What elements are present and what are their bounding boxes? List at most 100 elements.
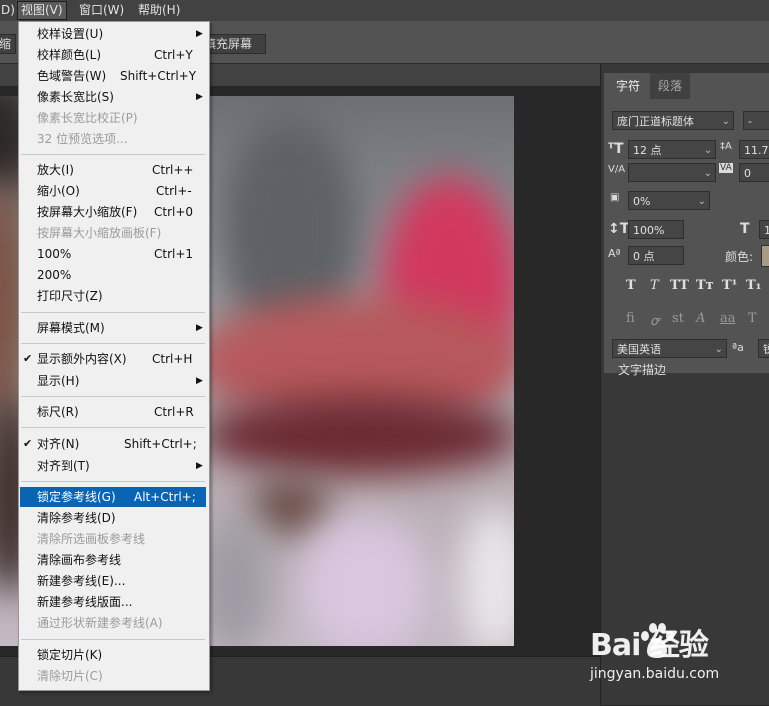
menu-item-show[interactable]: 显示(H) ▶	[20, 371, 206, 391]
zoom-option-partial[interactable]: 缩	[0, 34, 16, 54]
leading-icon: ‡A	[720, 141, 732, 152]
baseline-shift-icon: Aª	[608, 247, 621, 260]
text-stroke-label: 文字描边	[618, 363, 667, 377]
menu-item-clear-slices: 清除切片(C)	[37, 669, 103, 683]
kerning-icon: V/A	[608, 164, 626, 175]
titling-alternates-button[interactable]: T	[748, 311, 757, 326]
menu-item-pixel-aspect-ratio[interactable]: 像素长宽比(S) ▶	[20, 87, 206, 107]
character-panel: 字符 段落 庞门正道标题体 ⌄ - ᵀT 12 点 ⌄ ‡A 11.72 V/A…	[604, 73, 769, 373]
watermark-url: jingyan.baidu.com	[590, 666, 720, 682]
menu-item-show-extras[interactable]: ✔ 显示额外内容(X) Ctrl+H	[20, 349, 206, 369]
baseline-shift-field[interactable]: 0 点	[628, 246, 684, 265]
small-caps-button[interactable]: Tт	[696, 278, 714, 293]
submenu-arrow-icon: ▶	[196, 323, 203, 333]
faux-bold-button[interactable]: T	[626, 278, 636, 293]
menu-item-new-guide[interactable]: 新建参考线(E)...	[20, 571, 206, 591]
horizontal-scale-field[interactable]: 1	[759, 220, 769, 239]
menu-item-zoom-out[interactable]: 缩小(O) Ctrl+-	[20, 181, 206, 201]
anti-alias-icon: ªa	[732, 341, 744, 354]
submenu-arrow-icon: ▶	[196, 29, 203, 39]
vertical-scale-field[interactable]: 100%	[628, 220, 684, 239]
swash-button[interactable]: A	[696, 311, 705, 326]
leading-field[interactable]: 11.72	[739, 140, 769, 159]
faux-italic-button[interactable]: T	[650, 278, 659, 293]
menu-item-rulers[interactable]: 标尺(R) Ctrl+R	[20, 402, 206, 422]
chevron-down-icon: ⌄	[714, 344, 723, 355]
submenu-arrow-icon: ▶	[196, 376, 203, 386]
kerning-select[interactable]: ⌄	[628, 163, 716, 182]
baidu-jingyan-watermark: Bai 经验 jingyan.baidu.com	[590, 620, 769, 690]
menu-item-lock-guides[interactable]: 锁定参考线(G) Alt+Ctrl+;	[20, 487, 206, 507]
menu-item-clear-guides[interactable]: 清除参考线(D)	[20, 508, 206, 528]
menu-item-100-percent[interactable]: 100% Ctrl+1	[20, 244, 206, 264]
ligatures-button[interactable]: fi	[626, 311, 635, 326]
font-family-value: 庞门正道标题体	[617, 115, 694, 128]
stylistic-ligatures-button[interactable]: st	[672, 311, 684, 326]
font-size-select[interactable]: 12 点 ⌄	[628, 140, 716, 159]
tab-character[interactable]: 字符	[608, 73, 649, 99]
menu-item-proof-setup[interactable]: 校样设置(U) ▶	[20, 24, 206, 44]
subscript-button[interactable]: T₁	[746, 278, 761, 293]
tsume-select[interactable]: 0% ⌄	[628, 191, 710, 210]
menu-separator	[21, 154, 205, 155]
view-menu-dropdown: 校样设置(U) ▶ 校样颜色(L) Ctrl+Y 色域警告(W) Shift+Ctrl…	[18, 21, 210, 691]
baidu-paw-icon	[641, 623, 674, 658]
menu-item-200-percent[interactable]: 200%	[20, 265, 206, 285]
menu-separator	[21, 312, 205, 313]
menu-item-gamut-warning[interactable]: 色域警告(W) Shift+Ctrl+Y	[20, 66, 206, 86]
chevron-down-icon: ⌄	[703, 168, 712, 179]
menu-separator	[21, 639, 205, 640]
tsume-value: 0%	[633, 195, 651, 208]
language-value: 美国英语	[617, 343, 661, 356]
menu-item-clear-artboard-guides: 清除所选画板参考线	[37, 532, 146, 546]
menu-item-clear-canvas-guides[interactable]: 清除画布参考线	[20, 550, 206, 570]
menu-help[interactable]: 帮助(H)	[135, 2, 183, 19]
font-size-value: 12 点	[633, 144, 662, 157]
menu-separator	[21, 396, 205, 397]
menu-item-fit-on-screen[interactable]: 按屏幕大小缩放(F) Ctrl+0	[20, 202, 206, 222]
menu-item-new-guide-layout[interactable]: 新建参考线版面...	[20, 592, 206, 612]
discretionary-ligatures-button[interactable]: ꝍ	[650, 311, 659, 329]
menu-item-snap-to[interactable]: 对齐到(T) ▶	[20, 456, 206, 476]
chevron-down-icon: ⌄	[703, 145, 712, 156]
submenu-arrow-icon: ▶	[196, 92, 203, 102]
text-color-swatch[interactable]	[761, 245, 769, 267]
anti-alias-select[interactable]: 锐	[758, 339, 769, 358]
chevron-down-icon: ⌄	[697, 196, 706, 207]
menu-item-32bit-preview: 32 位预览选项...	[37, 132, 128, 146]
checkmark-icon: ✔	[23, 352, 33, 365]
menu-item-snap[interactable]: ✔ 对齐(N) Shift+Ctrl+;	[20, 434, 206, 454]
tracking-icon: VA	[719, 163, 733, 173]
menu-item-fit-artboard: 按屏幕大小缩放画板(F)	[37, 226, 162, 240]
menu-bar: D) 视图(V) 窗口(W) 帮助(H)	[0, 0, 769, 21]
tab-paragraph[interactable]: 段落	[650, 73, 691, 99]
chevron-down-icon: ⌄	[721, 116, 730, 127]
tracking-field[interactable]: 0	[739, 163, 769, 182]
menu-item-proof-colors[interactable]: 校样颜色(L) Ctrl+Y	[20, 45, 206, 65]
menu-item-print-size[interactable]: 打印尺寸(Z)	[20, 286, 206, 306]
font-size-icon: ᵀT	[608, 141, 624, 157]
vertical-scale-icon: ↕T	[608, 221, 630, 237]
menu-separator	[21, 427, 205, 428]
font-family-select[interactable]: 庞门正道标题体 ⌄	[612, 111, 734, 130]
menu-window[interactable]: 窗口(W)	[76, 2, 127, 19]
tsume-icon: ▣	[610, 192, 620, 203]
menu-separator	[21, 343, 205, 344]
menu-item-lock-slices[interactable]: 锁定切片(K)	[20, 645, 206, 665]
horizontal-scale-icon: T	[740, 221, 750, 237]
font-style-select[interactable]: -	[743, 111, 769, 130]
superscript-button[interactable]: T¹	[722, 278, 737, 293]
submenu-arrow-icon: ▶	[196, 461, 203, 471]
language-select[interactable]: 美国英语 ⌄	[612, 339, 727, 358]
menu-item-guides-from-shape: 通过形状新建参考线(A)	[37, 616, 163, 630]
menu-image-partial[interactable]: D)	[0, 2, 18, 19]
menu-item-screen-mode[interactable]: 屏幕模式(M) ▶	[20, 318, 206, 338]
all-caps-button[interactable]: TT	[670, 278, 689, 293]
menu-view[interactable]: 视图(V)	[17, 1, 67, 20]
menu-separator	[21, 481, 205, 482]
color-label: 颜色:	[725, 250, 754, 264]
checkmark-icon: ✔	[23, 437, 33, 450]
menu-item-pixel-aspect-correction: 像素长宽比校正(P)	[37, 111, 138, 125]
menu-item-zoom-in[interactable]: 放大(I) Ctrl++	[20, 160, 206, 180]
stylistic-alternates-button[interactable]: aa	[720, 311, 736, 326]
